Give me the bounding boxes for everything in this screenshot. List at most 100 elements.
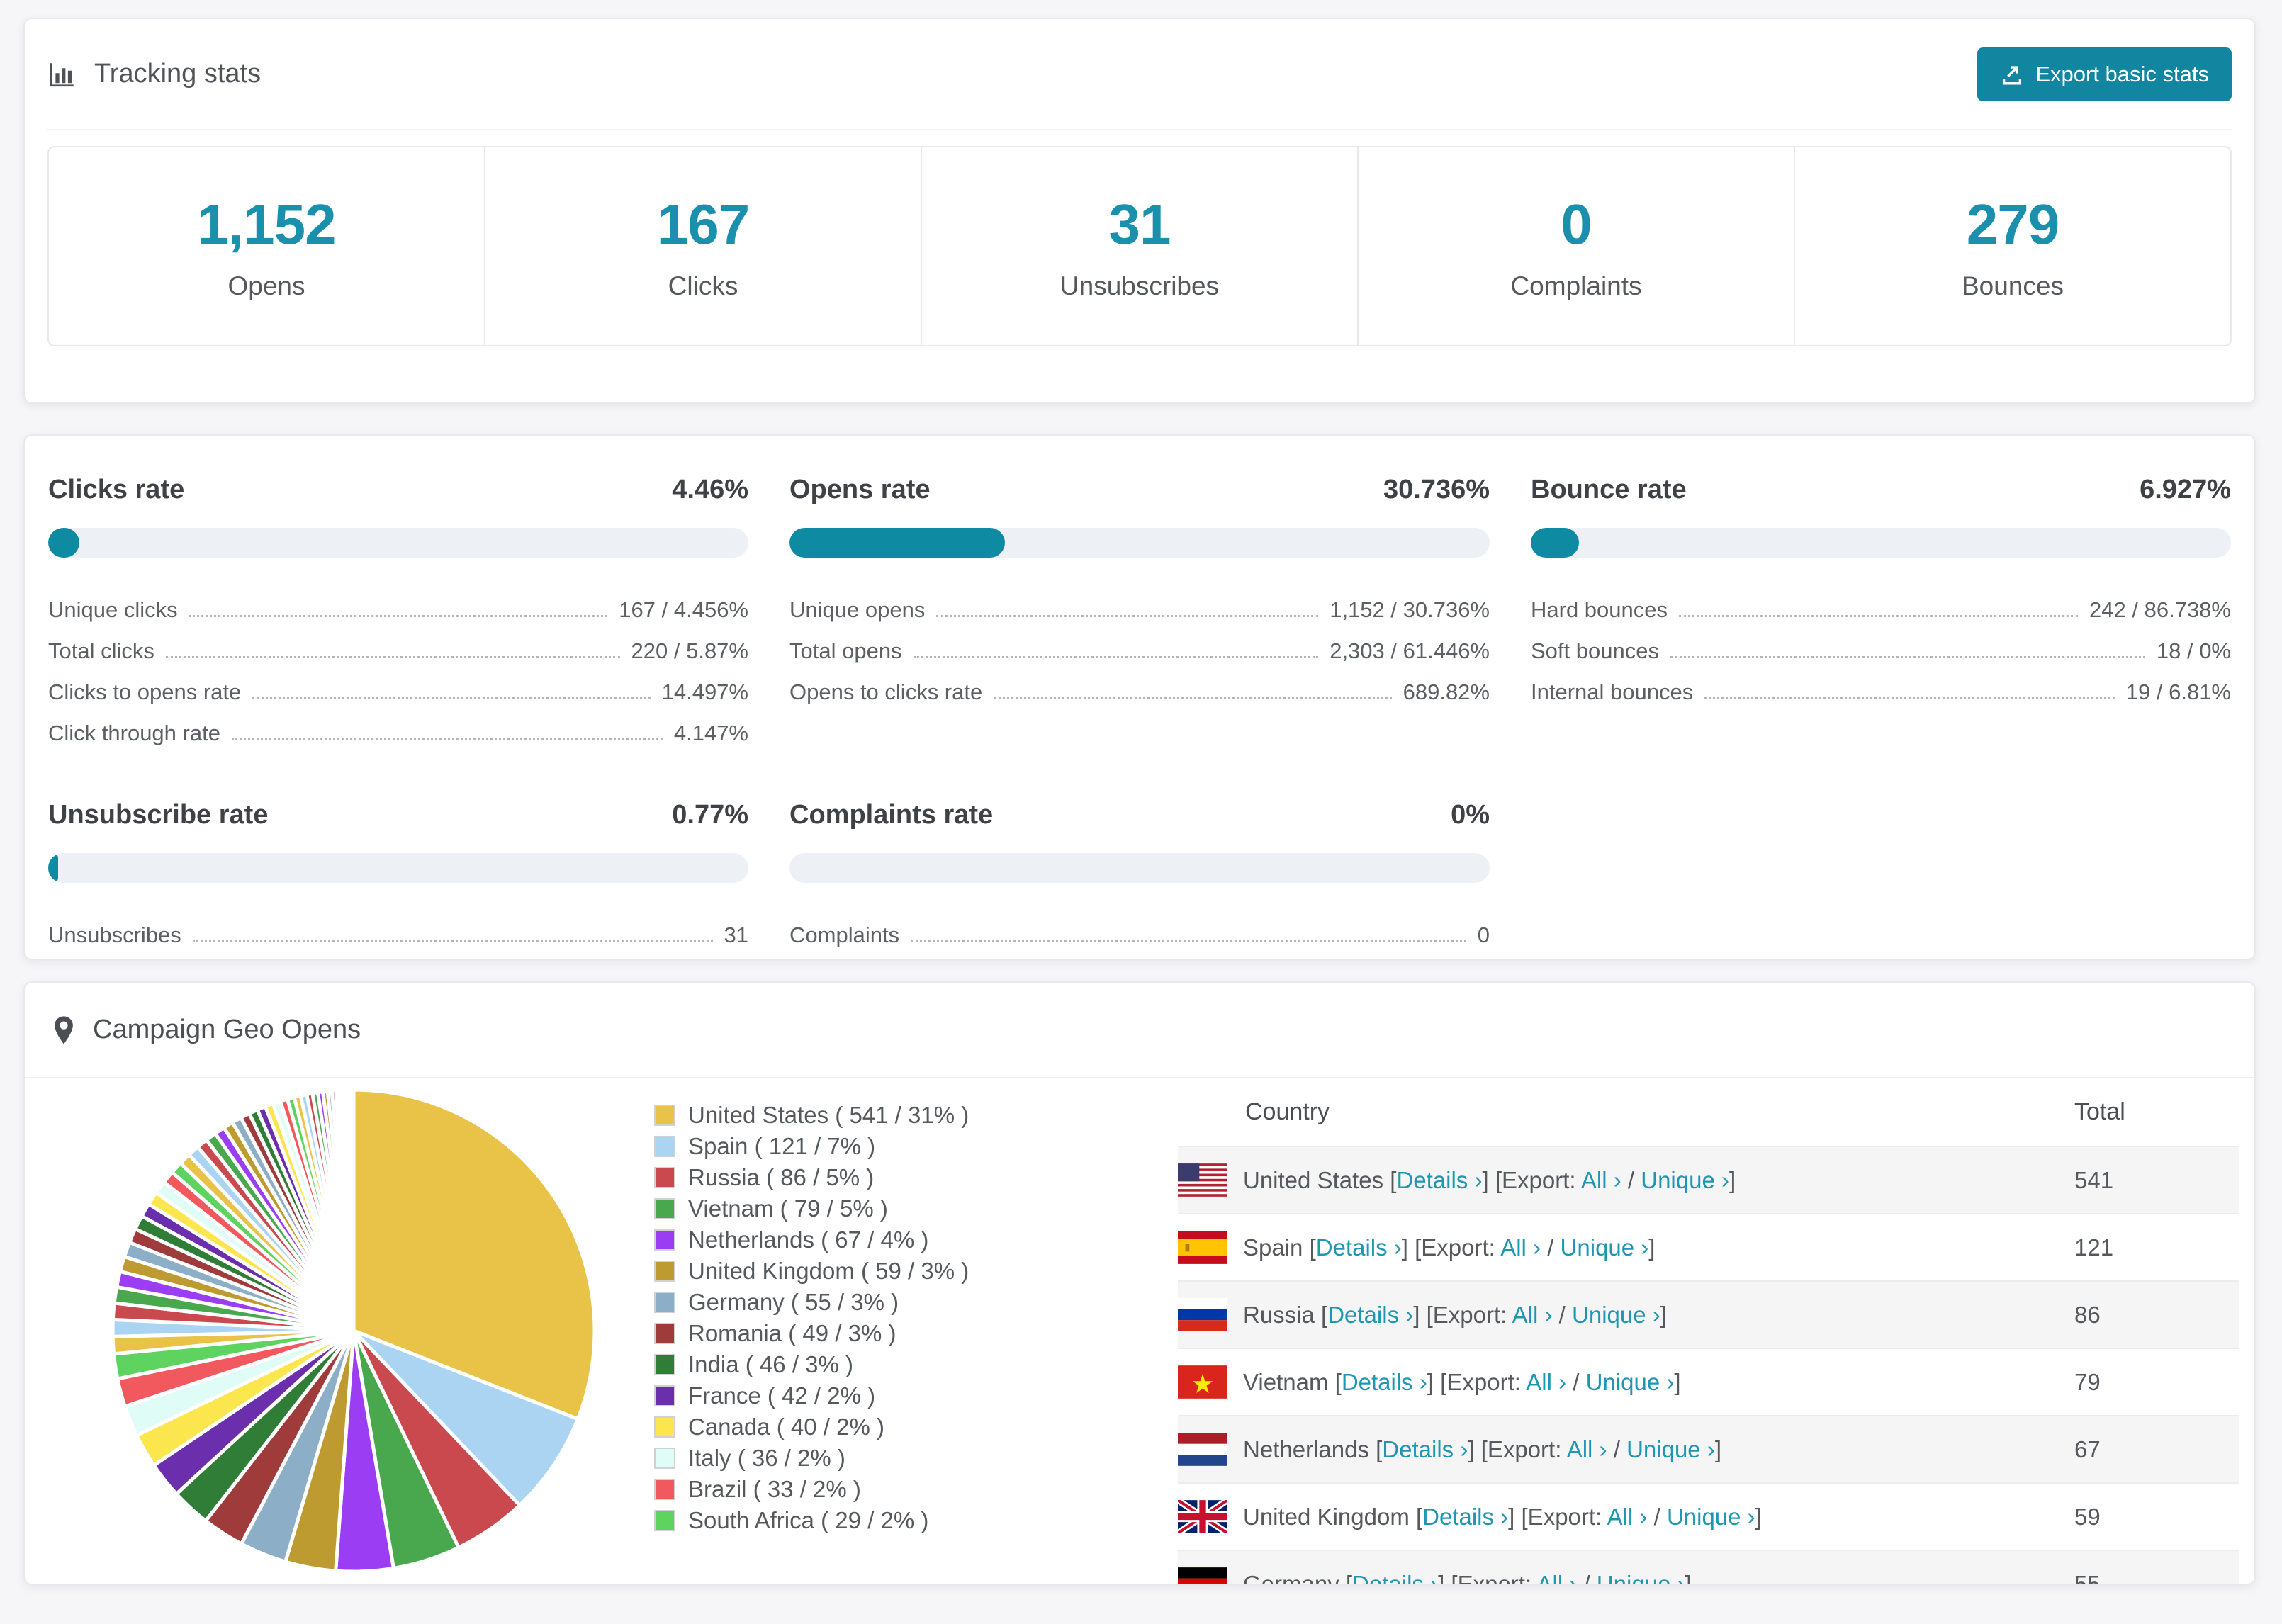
- geo-body: United States ( 541 / 31% ) Spain ( 121 /…: [25, 1078, 2254, 1585]
- legend-swatch-united-states: [654, 1105, 675, 1126]
- export-all-link[interactable]: All ›: [1607, 1504, 1648, 1530]
- details-link[interactable]: Details ›: [1316, 1234, 1402, 1261]
- dotted-leader: [994, 697, 1392, 699]
- bracket-text: ]: [1755, 1503, 1762, 1530]
- details-link[interactable]: Details ›: [1342, 1369, 1427, 1395]
- stat-label-clicks: Clicks: [668, 271, 738, 300]
- export-basic-stats-button[interactable]: Export basic stats: [1977, 47, 2232, 101]
- opens-rate-panel: Opens rate 30.736% Unique opens 1,152 / 30.…: [789, 475, 1490, 749]
- legend-label-canada: Canada ( 40 / 2% ): [688, 1414, 884, 1440]
- details-link[interactable]: Details ›: [1396, 1167, 1482, 1193]
- complaints-rate-value: 0%: [1451, 800, 1490, 830]
- details-link[interactable]: Details ›: [1327, 1302, 1413, 1328]
- legend-swatch-russia: [654, 1167, 675, 1188]
- metric-row-hard-bounces: Hard bounces 242 / 86.738%: [1531, 585, 2231, 626]
- legend-label-united-states: United States ( 541 / 31% ): [688, 1102, 969, 1128]
- country-name: Spain [: [1243, 1234, 1316, 1261]
- bracket-text: ]: [1685, 1570, 1692, 1585]
- russia-flag-icon: [1178, 1298, 1243, 1331]
- unsubscribe-rate-title: Unsubscribe rate: [48, 800, 269, 830]
- metric-value-unique-opens: 1,152 / 30.736%: [1330, 597, 1490, 622]
- metric-row-complaints: Complaints 0: [789, 910, 1490, 951]
- legend-swatch-netherlands: [654, 1229, 675, 1251]
- metric-row-click-through-rate: Click through rate 4.147%: [48, 708, 748, 749]
- geo-header: Campaign Geo Opens: [25, 983, 2254, 1078]
- export-unique-link[interactable]: Unique ›: [1597, 1571, 1685, 1584]
- legend-swatch-india: [654, 1354, 675, 1375]
- dotted-leader: [911, 940, 1466, 942]
- legend-item-brazil: Brazil ( 33 / 2% ): [654, 1474, 969, 1505]
- dotted-leader: [1670, 656, 2145, 658]
- export-all-link[interactable]: All ›: [1512, 1302, 1553, 1328]
- bounce-rate-head: Bounce rate 6.927%: [1531, 475, 2231, 505]
- dotted-leader: [231, 738, 663, 740]
- legend-label-italy: Italy ( 36 / 2% ): [688, 1445, 845, 1471]
- separator-text: /: [1607, 1436, 1627, 1462]
- export-unique-link[interactable]: Unique ›: [1586, 1369, 1675, 1395]
- metric-value-clicks-to-opens-rate: 14.497%: [661, 680, 748, 704]
- export-unique-link[interactable]: Unique ›: [1641, 1167, 1729, 1193]
- dotted-leader: [1679, 615, 2079, 617]
- stat-opens: 1,152 Opens: [49, 147, 485, 345]
- country-cell-vietnam: Vietnam [Details ›] [Export: All › / Uni…: [1243, 1369, 1681, 1396]
- metric-value-unsubscribes: 31: [724, 923, 748, 947]
- export-unique-link[interactable]: Unique ›: [1572, 1302, 1660, 1328]
- legend-label-south-africa: South Africa ( 29 / 2% ): [688, 1507, 929, 1533]
- total-cell-germany: 55: [2074, 1570, 2101, 1585]
- opens-rate-title: Opens rate: [789, 475, 931, 504]
- legend-item-france: France ( 42 / 2% ): [654, 1380, 969, 1411]
- export-unique-link[interactable]: Unique ›: [1667, 1504, 1755, 1530]
- map-pin-icon: [52, 1015, 76, 1045]
- metric-value-total-opens: 2,303 / 61.446%: [1330, 638, 1490, 663]
- clicks-rate-progress: [48, 528, 748, 558]
- legend-item-germany: Germany ( 55 / 3% ): [654, 1287, 969, 1318]
- stat-value-bounces: 279: [1966, 192, 2059, 256]
- unsubscribe-rate-panel: Unsubscribe rate 0.77% Unsubscribes 31: [48, 800, 748, 951]
- complaints-rate-rows: Complaints 0: [789, 910, 1490, 951]
- details-link[interactable]: Details ›: [1382, 1436, 1468, 1462]
- summary-stats-box: 1,152 Opens 167 Clicks 31 Unsubscribes 0 Compla…: [47, 146, 2232, 346]
- metric-value-hard-bounces: 242 / 86.738%: [2089, 597, 2231, 622]
- export-all-link[interactable]: All ›: [1500, 1234, 1541, 1261]
- legend-item-india: India ( 46 / 3% ): [654, 1349, 969, 1380]
- tracking-stats-card: Tracking stats Export basic stats 1,152 O…: [23, 18, 2256, 404]
- metric-label-click-through-rate: Click through rate: [48, 721, 220, 745]
- bracket-text: ]: [1714, 1436, 1721, 1462]
- export-unique-link[interactable]: Unique ›: [1626, 1436, 1715, 1462]
- opens-rate-progress: [789, 528, 1490, 558]
- bounce-rate-progress: [1531, 528, 2231, 558]
- legend-label-france: France ( 42 / 2% ): [688, 1382, 876, 1409]
- metric-label-total-clicks: Total clicks: [48, 638, 154, 663]
- unsubscribe-rate-progress: [48, 853, 748, 883]
- export-all-link[interactable]: All ›: [1536, 1571, 1577, 1584]
- dotted-leader: [192, 940, 713, 942]
- rates-grid: Clicks rate 4.46% Unique clicks 167 / 4.456…: [48, 475, 2231, 951]
- details-link[interactable]: Details ›: [1422, 1504, 1508, 1530]
- bracket-text: ] [Export:: [1468, 1436, 1567, 1462]
- export-all-link[interactable]: All ›: [1526, 1369, 1566, 1395]
- bounce-rate-value: 6.927%: [2140, 475, 2231, 504]
- opens-rate-head: Opens rate 30.736%: [789, 475, 1490, 505]
- page-title: Tracking stats: [94, 59, 262, 89]
- legend-item-canada: Canada ( 40 / 2% ): [654, 1411, 969, 1443]
- dotted-leader: [165, 656, 620, 658]
- country-name: Vietnam [: [1243, 1368, 1342, 1395]
- export-unique-link[interactable]: Unique ›: [1561, 1234, 1649, 1261]
- country-cell-united-kingdom: United Kingdom [Details ›] [Export: All …: [1243, 1504, 1762, 1530]
- geo-table-header-row: Country Total: [1178, 1078, 2239, 1146]
- bracket-text: ] [Export:: [1427, 1368, 1527, 1395]
- metric-label-unique-opens: Unique opens: [789, 597, 926, 622]
- legend-item-russia: Russia ( 86 / 5% ): [654, 1162, 969, 1193]
- export-all-link[interactable]: All ›: [1567, 1436, 1607, 1462]
- details-link[interactable]: Details ›: [1352, 1571, 1438, 1584]
- stat-complaints: 0 Complaints: [1359, 147, 1795, 345]
- export-all-link[interactable]: All ›: [1581, 1167, 1621, 1193]
- clicks-rate-head: Clicks rate 4.46%: [48, 475, 748, 505]
- country-name: United Kingdom [: [1243, 1503, 1423, 1530]
- table-row-russia: Russia [Details ›] [Export: All › / Uniq…: [1178, 1280, 2239, 1348]
- total-cell-united-states: 541: [2074, 1166, 2114, 1193]
- bracket-text: ] [Export:: [1508, 1503, 1607, 1530]
- legend-item-netherlands: Netherlands ( 67 / 4% ): [654, 1224, 969, 1256]
- dotted-leader: [936, 615, 1319, 617]
- stat-label-unsubscribes: Unsubscribes: [1060, 271, 1220, 300]
